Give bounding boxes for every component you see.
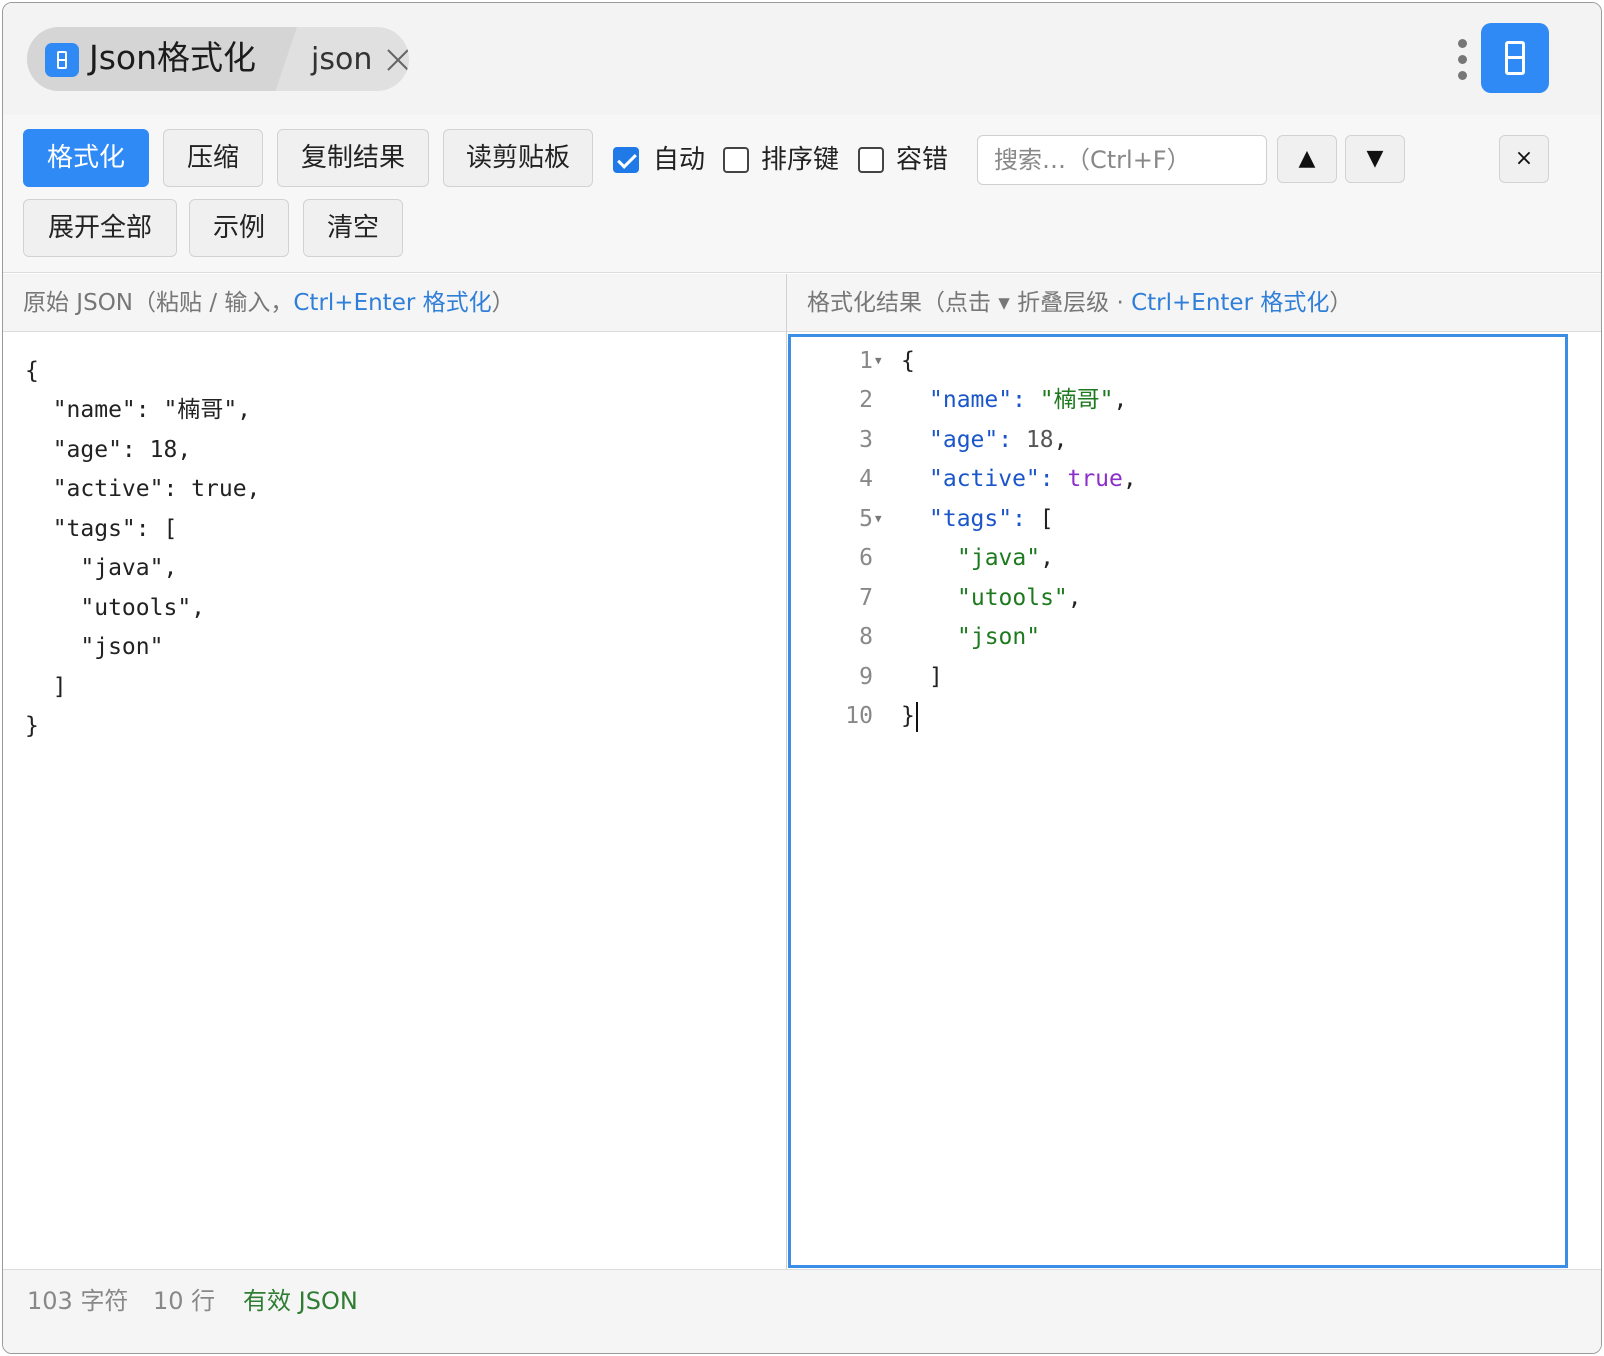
line-number: 8 [859, 624, 873, 650]
input-line: "tags": [ [25, 516, 178, 542]
brace-open: { [901, 348, 915, 374]
bracket-open: [ [1039, 506, 1054, 532]
input-header-hint: Ctrl+Enter 格式化 [293, 290, 492, 316]
text-caret [915, 701, 918, 732]
json-boolean: true [1067, 466, 1123, 492]
fold-toggle-icon[interactable]: ▼ [875, 341, 882, 381]
fold-toggle-icon[interactable]: ▼ [875, 499, 882, 539]
char-count: 103 字符 [27, 1287, 129, 1315]
colon: : [1039, 466, 1068, 492]
line-number: 1 [859, 348, 873, 374]
copy-result-button[interactable]: 复制结果 [277, 129, 429, 187]
output-header-text: 格式化结果（点击 ▾ 折叠层级 · [807, 290, 1132, 316]
json-string: "楠哥" [1039, 387, 1114, 413]
search-prev-button[interactable]: ▲ [1277, 135, 1337, 183]
compress-button[interactable]: 压缩 [163, 129, 263, 187]
line-number: 7 [859, 585, 873, 611]
toolbar: 格式化 压缩 复制结果 读剪贴板 自动 排序键 容错 ▲ ▼ × 展开全部 示例… [3, 115, 1601, 273]
json-number: 18 [1025, 427, 1054, 453]
input-line: "json" [25, 634, 164, 660]
read-clipboard-button[interactable]: 读剪贴板 [443, 129, 593, 187]
line-number: 4 [859, 466, 873, 492]
app-window: Json格式化 json 格式化 压缩 复制结果 读剪贴板 自动 排序键 容错 … [2, 2, 1602, 1354]
code-line: "java", [957, 538, 1054, 578]
output-panel-header: 格式化结果（点击 ▾ 折叠层级 · Ctrl+Enter 格式化） [787, 274, 1601, 332]
code-line: "active": true, [929, 459, 1137, 499]
colon: : [1012, 506, 1040, 532]
close-icon[interactable] [385, 47, 409, 73]
validity-status: 有效 JSON [243, 1287, 358, 1315]
output-header-hint: Ctrl+Enter 格式化 [1131, 290, 1330, 316]
tolerant-label: 容错 [896, 145, 949, 175]
line-number: 3 [859, 427, 873, 453]
comma: , [1053, 427, 1068, 453]
bracket-close: ] [929, 664, 943, 690]
code-line: "tags": [ [929, 499, 1054, 539]
app-title: Json格式化 [89, 38, 257, 77]
colon: : [1012, 387, 1040, 413]
input-line: "active": true, [25, 476, 261, 502]
format-button[interactable]: 格式化 [23, 129, 149, 187]
input-line: "java", [25, 555, 178, 581]
app-logo-icon [45, 43, 79, 77]
code-line: "age": 18, [929, 420, 1068, 460]
input-header-end: ） [491, 290, 515, 316]
input-header-text: 原始 JSON（粘贴 / 输入， [23, 290, 294, 316]
expand-all-button[interactable]: 展开全部 [23, 199, 177, 257]
code-line: } [901, 696, 918, 736]
input-line: "age": 18, [25, 437, 192, 463]
search-input[interactable] [977, 135, 1267, 185]
search-next-button[interactable]: ▼ [1345, 135, 1405, 183]
auto-checkbox[interactable] [613, 147, 639, 173]
json-key: "active" [929, 466, 1040, 492]
json-key: "name" [929, 387, 1013, 413]
line-count: 10 行 [153, 1287, 216, 1315]
input-line: "name": "楠哥", [25, 397, 252, 423]
comma: , [1067, 585, 1082, 611]
json-string: "utools" [957, 585, 1068, 611]
json-string: "java" [957, 545, 1041, 571]
clear-button[interactable]: 清空 [303, 199, 403, 257]
input-line: ] [25, 674, 67, 700]
colon: : [998, 427, 1026, 453]
output-header-end: ） [1329, 290, 1353, 316]
line-number: 10 [845, 703, 873, 729]
line-number: 5 [859, 506, 873, 532]
panel-divider[interactable] [786, 274, 787, 1270]
sort-keys-label: 排序键 [761, 145, 840, 175]
code-line: ] [929, 657, 943, 697]
json-input-editor[interactable]: { "name": "楠哥", "age": 18, "active": tru… [3, 333, 786, 1269]
input-line: "utools", [25, 595, 206, 621]
json-key: "age" [929, 427, 999, 453]
input-panel-header: 原始 JSON（粘贴 / 输入，Ctrl+Enter 格式化） [3, 274, 786, 332]
comma: , [1113, 387, 1128, 413]
code-line: "name": "楠哥", [929, 380, 1127, 420]
code-line: "json" [957, 617, 1040, 657]
code-line: "utools", [957, 578, 1082, 618]
search-close-button[interactable]: × [1499, 135, 1549, 183]
tab-pill: Json格式化 json [27, 27, 409, 91]
auto-label: 自动 [653, 145, 706, 175]
line-number: 9 [859, 664, 873, 690]
code-line: { [901, 341, 915, 381]
input-line: { [25, 358, 39, 384]
line-number: 2 [859, 387, 873, 413]
json-output-editor[interactable]: 1 ▼ 2 3 4 5 ▼ 6 7 8 9 10 { "name": "楠哥",… [788, 334, 1568, 1268]
brace-close: } [901, 703, 915, 729]
line-number: 6 [859, 545, 873, 571]
more-menu-icon[interactable] [1455, 39, 1469, 83]
comma: , [1040, 545, 1054, 571]
sort-keys-checkbox[interactable] [723, 147, 749, 173]
title-bar: Json格式化 json [3, 3, 1601, 115]
tolerant-checkbox[interactable] [858, 147, 884, 173]
plugin-badge-icon[interactable] [1481, 23, 1549, 93]
json-string: "json" [957, 624, 1041, 650]
json-key: "tags" [929, 506, 1013, 532]
status-bar: 103 字符 10 行 有效 JSON [3, 1269, 1601, 1353]
example-button[interactable]: 示例 [189, 199, 289, 257]
comma: , [1122, 466, 1137, 492]
input-line: } [25, 713, 39, 739]
tab-json[interactable]: json [311, 40, 372, 80]
